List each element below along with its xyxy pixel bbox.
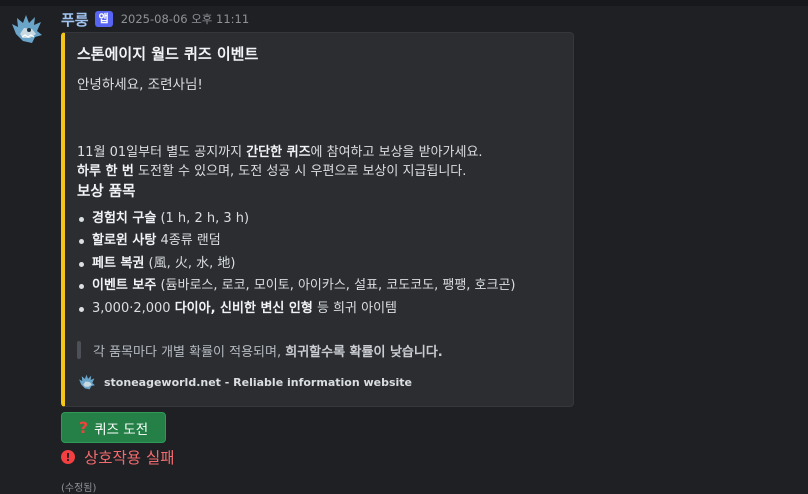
app-badge: 앱 (94, 11, 113, 27)
reward-item: 3,000·2,000 다이아, 신비한 변신 인형 등 희귀 아이템 (77, 298, 516, 320)
question-icon: ? (78, 418, 89, 437)
quote-text: 각 품목마다 개별 확률이 적용되며, 희귀할수록 확률이 낮습니다. (93, 344, 443, 360)
interaction-failed-text: 상호작용 실패 (84, 449, 175, 467)
quiz-challenge-button[interactable]: ? 퀴즈 도전 (61, 412, 166, 443)
reward-item: 이벤트 보주 (듐바로스, 로코, 모이토, 아이카스, 설표, 코도코도, 팽… (77, 275, 516, 297)
footer-avatar-icon (77, 372, 97, 392)
embed-footer: stoneageworld.net - Reliable information… (77, 372, 412, 392)
quiz-button-label: 퀴즈 도전 (94, 421, 149, 438)
rewards-list: 경험치 구슬 (1 h, 2 h, 3 h) 할로윈 사탕 4종류 랜덤 페트 … (77, 208, 516, 320)
interaction-failed-notice: ! 상호작용 실패 (61, 446, 175, 468)
reward-item: 할로윈 사탕 4종류 랜덤 (77, 230, 516, 252)
embed-title: 스톤에이지 월드 퀴즈 이벤트 (77, 45, 259, 63)
reward-item: 페트 복권 (風, 火, 水, 地) (77, 253, 516, 275)
timestamp: 2025-08-06 오후 11:11 (120, 12, 250, 26)
quote-bar (77, 341, 81, 359)
message-header: 푸룽 앱 2025-08-06 오후 11:11 (61, 9, 249, 29)
top-bar (0, 0, 808, 6)
edited-label: (수정됨) (61, 483, 97, 494)
probability-quote: 각 품목마다 개별 확률이 적용되며, 희귀할수록 확률이 낮습니다. (77, 341, 443, 360)
error-icon: ! (61, 450, 75, 464)
bot-avatar[interactable] (8, 10, 46, 48)
username[interactable]: 푸룽 (61, 9, 89, 30)
rewards-heading: 보상 품목 (77, 184, 136, 200)
footer-text: stoneageworld.net - Reliable information… (104, 375, 413, 389)
quiz-event-embed: 스톤에이지 월드 퀴즈 이벤트 안녕하세요, 조련사님! 11월 01일부터 별… (61, 32, 574, 407)
challenge-rule-line: 하루 한 번 도전할 수 있으며, 도전 성공 시 우편으로 보상이 지급됩니다… (77, 164, 467, 179)
greeting-text: 안녕하세요, 조련사님! (77, 77, 203, 93)
reward-item: 경험치 구슬 (1 h, 2 h, 3 h) (77, 208, 516, 230)
event-period-line: 11월 01일부터 별도 공지까지 간단한 퀴즈에 참여하고 보상을 받아가세요… (77, 145, 483, 160)
